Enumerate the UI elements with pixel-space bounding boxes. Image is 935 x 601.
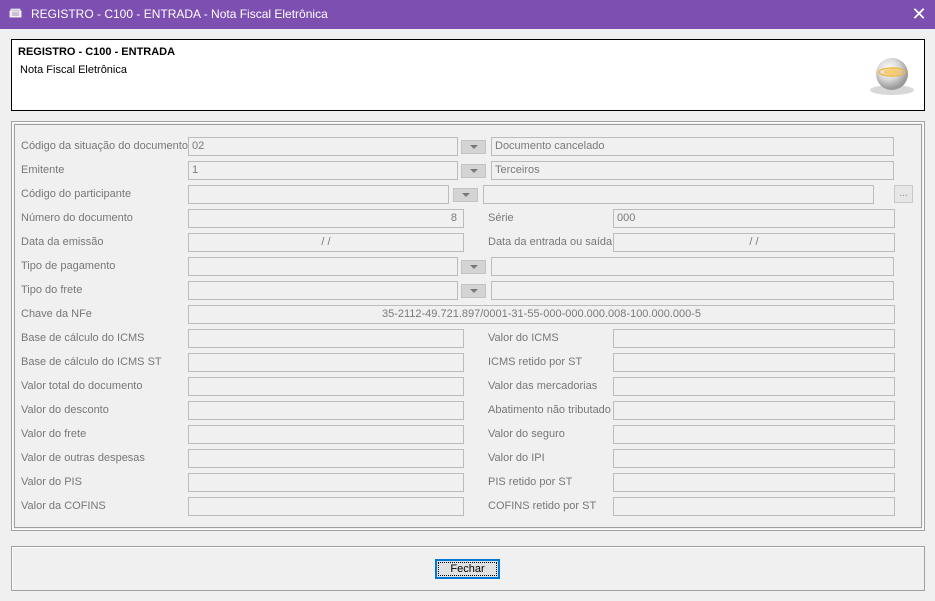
data-entrada-label: Data da entrada ou saída (488, 236, 613, 248)
amount-label-left: Base de cálculo do ICMS ST (21, 356, 162, 368)
close-window-button[interactable]: ✕ (907, 4, 931, 24)
situacao-description-field: Documento cancelado (491, 137, 894, 156)
data-entrada-field[interactable]: / / (613, 233, 895, 252)
amount-label-right: COFINS retido por ST (488, 500, 597, 512)
tipo-frete-description-field (491, 281, 894, 300)
valor-seguro-field[interactable] (613, 425, 895, 444)
emitente-description-field: Terceiros (491, 161, 894, 180)
app-books-icon (9, 8, 22, 18)
amount-label-left: Valor do frete (21, 428, 87, 440)
tipo-frete-code-field[interactable] (188, 281, 458, 300)
chave-nfe-field[interactable]: 35-2112-49.721.897/0001-31-55-000-000.00… (188, 305, 895, 324)
amount-label-right: Valor do seguro (488, 428, 565, 440)
data-emissao-label: Data da emissão (21, 236, 104, 248)
sped-globe-logo (870, 58, 914, 95)
fechar-button-label: Fechar (438, 562, 497, 576)
chave-nfe-label: Chave da NFe (21, 308, 92, 320)
amount-label-right: Abatimento não tributado (488, 404, 611, 416)
title-bar: REGISTRO - C100 - ENTRADA - Nota Fiscal … (0, 0, 935, 29)
amount-label-left: Valor do desconto (21, 404, 109, 416)
window-title: REGISTRO - C100 - ENTRADA - Nota Fiscal … (31, 7, 328, 21)
amount-label-left: Base de cálculo do ICMS (21, 332, 145, 344)
tipo-pagamento-label: Tipo de pagamento (21, 260, 116, 272)
amount-label-right: ICMS retido por ST (488, 356, 583, 368)
amount-label-right: PIS retido por ST (488, 476, 573, 488)
tipo-pagamento-code-field[interactable] (188, 257, 458, 276)
valor-desconto-field[interactable] (188, 401, 464, 420)
valor-ipi-field[interactable] (613, 449, 895, 468)
tipo-pagamento-description-field (491, 257, 894, 276)
numero-label: Número do documento (21, 212, 133, 224)
emitente-dropdown-button[interactable] (461, 164, 486, 178)
participante-lookup-button[interactable]: ... (894, 185, 913, 203)
situacao-label: Código da situação do documento (21, 140, 188, 152)
cofins-retido-st-field[interactable] (613, 497, 895, 516)
participante-code-field[interactable] (188, 185, 449, 204)
valor-icms-field[interactable] (613, 329, 895, 348)
pis-retido-st-field[interactable] (613, 473, 895, 492)
tipo-pagamento-dropdown-button[interactable] (461, 260, 486, 274)
header-subtitle: Nota Fiscal Eletrônica (20, 64, 127, 76)
amount-label-right: Valor das mercadorias (488, 380, 598, 392)
outras-despesas-field[interactable] (188, 449, 464, 468)
tipo-frete-dropdown-button[interactable] (461, 284, 486, 298)
dialog-body: REGISTRO - C100 - ENTRADA Nota Fiscal El… (0, 29, 935, 601)
amount-label-left: Valor de outras despesas (21, 452, 145, 464)
numero-field[interactable]: 8 (188, 209, 464, 228)
amount-label-left: Valor total do documento (21, 380, 143, 392)
footer-panel: Fechar (11, 546, 925, 591)
participante-dropdown-button[interactable] (453, 188, 478, 202)
valor-frete-field[interactable] (188, 425, 464, 444)
situacao-dropdown-button[interactable] (461, 140, 486, 154)
amount-label-right: Valor do ICMS (488, 332, 559, 344)
serie-label: Série (488, 212, 514, 224)
document-form: Código da situação do documento 02 Docum… (11, 121, 925, 531)
header-title: REGISTRO - C100 - ENTRADA (18, 46, 176, 58)
amount-label-left: Valor da COFINS (21, 500, 106, 512)
situacao-code-field[interactable]: 02 (188, 137, 458, 156)
abatimento-field[interactable] (613, 401, 895, 420)
base-icms-field[interactable] (188, 329, 464, 348)
participante-label: Código do participante (21, 188, 132, 200)
header-panel: REGISTRO - C100 - ENTRADA Nota Fiscal El… (11, 39, 925, 111)
emitente-code-field[interactable]: 1 (188, 161, 458, 180)
valor-mercadorias-field[interactable] (613, 377, 895, 396)
serie-field[interactable]: 000 (613, 209, 895, 228)
amount-label-right: Valor do IPI (488, 452, 545, 464)
emitente-label: Emitente (21, 164, 65, 176)
valor-total-field[interactable] (188, 377, 464, 396)
valor-cofins-field[interactable] (188, 497, 464, 516)
tipo-frete-label: Tipo do frete (21, 284, 83, 296)
valor-pis-field[interactable] (188, 473, 464, 492)
base-icms-st-field[interactable] (188, 353, 464, 372)
icms-retido-st-field[interactable] (613, 353, 895, 372)
amount-label-left: Valor do PIS (21, 476, 82, 488)
fechar-button[interactable]: Fechar (435, 559, 500, 579)
data-emissao-field[interactable]: / / (188, 233, 464, 252)
participante-description-field (483, 185, 874, 204)
